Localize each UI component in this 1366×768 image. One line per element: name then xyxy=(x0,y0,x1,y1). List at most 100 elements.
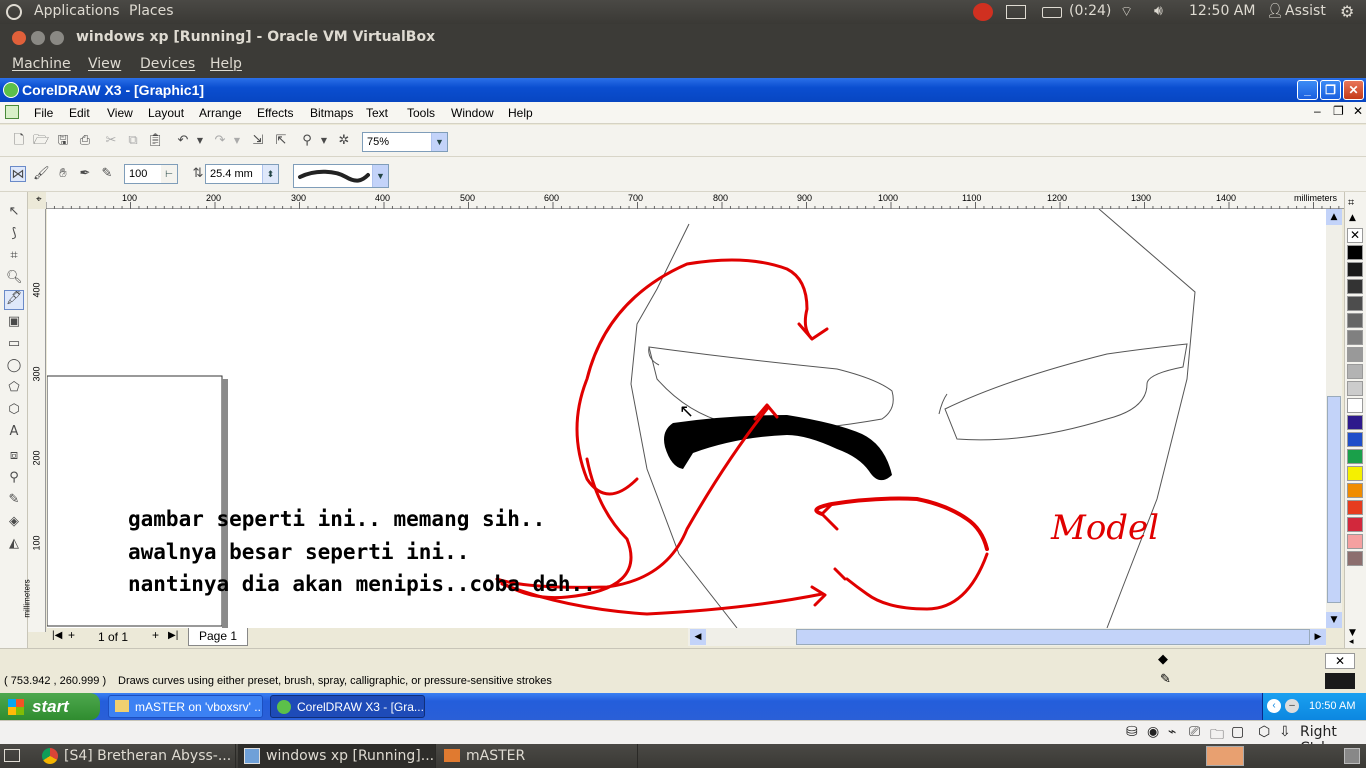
battery-icon[interactable] xyxy=(1042,7,1062,18)
paste-icon[interactable]: 📋︎ xyxy=(147,133,164,149)
ruler-origin-icon[interactable]: ⌖ xyxy=(36,194,42,205)
menu-layout[interactable]: Layout xyxy=(148,106,184,120)
redo-icon[interactable]: ↷ xyxy=(212,133,228,149)
network-icon[interactable]: ⎚ xyxy=(1189,724,1200,740)
welcome-screen-icon[interactable]: ✲ xyxy=(336,133,352,149)
color-swatch[interactable] xyxy=(1347,466,1363,481)
xp-clock[interactable]: 10:50 AM xyxy=(1309,700,1355,712)
menu-machine[interactable]: Machine xyxy=(12,56,71,72)
add-page-before-icon[interactable]: + xyxy=(68,628,75,642)
first-page-icon[interactable]: |◀ xyxy=(52,630,62,641)
color-swatch[interactable] xyxy=(1347,398,1363,413)
user-name[interactable]: Assist xyxy=(1285,3,1326,19)
color-swatch[interactable] xyxy=(1347,245,1363,260)
zoom-tool-icon[interactable]: 🔍︎ xyxy=(6,270,23,286)
show-hidden-icons-icon[interactable]: ‹ xyxy=(1267,699,1281,713)
palette-expand-icon[interactable]: ◂ xyxy=(1349,637,1354,647)
doc-close-icon[interactable]: ✕ xyxy=(1353,104,1363,118)
preset-stroke-list[interactable]: ▼ xyxy=(293,164,389,188)
minimize-icon[interactable] xyxy=(31,31,45,45)
no-fill-swatch[interactable]: ✕ xyxy=(1325,653,1355,669)
menu-devices[interactable]: Devices xyxy=(140,56,195,72)
print-icon[interactable]: ⎙ xyxy=(77,133,93,149)
outline-color-swatch[interactable] xyxy=(1325,673,1355,689)
slider-icon[interactable]: ⊢ xyxy=(161,165,177,183)
places-menu[interactable]: Places xyxy=(129,3,174,19)
new-icon[interactable]: 🗋︎ xyxy=(11,133,27,149)
color-swatch[interactable] xyxy=(1347,296,1363,311)
import-icon[interactable]: ⇲ xyxy=(250,133,266,149)
menu-view[interactable]: View xyxy=(88,56,121,72)
rectangle-tool-icon[interactable]: ▭ xyxy=(6,336,22,352)
text-tool-icon[interactable]: A xyxy=(6,424,22,440)
basic-shapes-tool-icon[interactable]: ⬡ xyxy=(6,402,22,418)
last-page-icon[interactable]: ▶| xyxy=(168,630,178,641)
panel-task-virtualbox[interactable]: windows xp [Running]... xyxy=(238,744,436,768)
document-icon[interactable] xyxy=(5,105,19,119)
menu-tools[interactable]: Tools xyxy=(407,106,435,120)
color-swatch[interactable] xyxy=(1347,262,1363,277)
trash-icon[interactable] xyxy=(1344,748,1360,764)
taskbar-item-coreldraw[interactable]: CorelDRAW X3 - [Gra... xyxy=(270,695,425,718)
undo-icon[interactable]: ↶ xyxy=(175,133,191,149)
menu-help[interactable]: Help xyxy=(508,106,533,120)
eyedropper-tool-icon[interactable]: ⚲ xyxy=(6,470,22,486)
scroll-left-icon[interactable]: ◀ xyxy=(690,629,706,645)
h-scroll-thumb[interactable] xyxy=(796,629,1310,645)
volume-icon[interactable]: 🔊︎ xyxy=(1154,3,1163,19)
color-swatch[interactable] xyxy=(1347,279,1363,294)
usb-icon[interactable]: ⌁ xyxy=(1168,724,1176,740)
maximize-icon[interactable] xyxy=(50,31,64,45)
menu-file[interactable]: File xyxy=(34,106,53,120)
color-swatch[interactable] xyxy=(1347,432,1363,447)
menu-effects[interactable]: Effects xyxy=(257,106,293,120)
tray-app-icon[interactable]: – xyxy=(1285,699,1299,713)
calligraphic-mode-icon[interactable]: ✒ xyxy=(77,166,93,182)
color-swatch[interactable] xyxy=(1347,313,1363,328)
ubuntu-logo-icon[interactable] xyxy=(6,4,22,20)
save-icon[interactable]: 🖫︎ xyxy=(55,133,71,149)
vertical-ruler[interactable]: 400 300 200 100 millimeters xyxy=(23,209,46,632)
outline-tool-icon[interactable]: ✎ xyxy=(6,492,22,508)
spinner-icon[interactable]: ⬍ xyxy=(262,165,278,183)
display-icon[interactable]: ▢ xyxy=(1231,724,1244,740)
color-swatch[interactable] xyxy=(1347,347,1363,362)
wifi-icon[interactable]: ⌔ xyxy=(1120,3,1133,21)
open-icon[interactable]: 🗁︎ xyxy=(33,133,49,149)
close-icon[interactable] xyxy=(12,31,26,45)
mouse-integration-icon[interactable]: ⬡ xyxy=(1258,724,1270,740)
menu-window[interactable]: Window xyxy=(451,106,494,120)
color-swatch[interactable] xyxy=(1347,415,1363,430)
spray-mode-icon[interactable]: ✋︎ xyxy=(55,166,71,182)
color-swatch[interactable] xyxy=(1347,500,1363,515)
applications-menu[interactable]: Applications xyxy=(34,3,120,19)
color-swatch[interactable] xyxy=(1347,517,1363,532)
stop-indicator-icon[interactable] xyxy=(973,3,993,21)
outline-indicator-icon[interactable]: ✎ xyxy=(1160,671,1171,687)
application-launcher-icon[interactable]: ⚲ xyxy=(299,133,315,149)
vertical-scrollbar[interactable]: ▲ ▼ xyxy=(1326,209,1342,628)
ellipse-tool-icon[interactable]: ◯ xyxy=(6,358,22,374)
doc-minimize-icon[interactable]: – xyxy=(1314,104,1321,118)
color-swatch[interactable] xyxy=(1347,364,1363,379)
pick-tool-icon[interactable]: ↖ xyxy=(6,204,22,220)
color-swatch[interactable] xyxy=(1347,534,1363,549)
battery-time[interactable]: (0:24) xyxy=(1069,3,1111,19)
polygon-tool-icon[interactable]: ⬠ xyxy=(6,380,22,396)
taskbar-item-explorer[interactable]: mASTER on 'vboxsrv' ... xyxy=(108,695,263,718)
interactive-fill-tool-icon[interactable]: ◭ xyxy=(6,536,22,552)
color-swatch[interactable] xyxy=(1347,483,1363,498)
menu-arrange[interactable]: Arrange xyxy=(199,106,242,120)
horizontal-scrollbar[interactable]: ◀ ▶ xyxy=(688,628,1326,646)
minimize-button[interactable]: _ xyxy=(1297,80,1318,100)
scroll-up-icon[interactable]: ▲ xyxy=(1326,209,1342,225)
restore-button[interactable]: ❐ xyxy=(1320,80,1341,100)
scroll-thumb[interactable] xyxy=(1327,396,1341,603)
freehand-smoothing-input[interactable]: 100 ⊢ xyxy=(124,164,178,184)
workspace-switcher[interactable] xyxy=(1206,746,1244,766)
stroke-width-input[interactable]: 25.4 mm ⬍ xyxy=(205,164,279,184)
doc-restore-icon[interactable]: ❐ xyxy=(1333,104,1344,118)
palette-scroll-up-icon[interactable]: ▲ xyxy=(1349,213,1356,223)
menu-bitmaps[interactable]: Bitmaps xyxy=(310,106,353,120)
palette-options-icon[interactable]: ⌗ xyxy=(1348,196,1354,210)
